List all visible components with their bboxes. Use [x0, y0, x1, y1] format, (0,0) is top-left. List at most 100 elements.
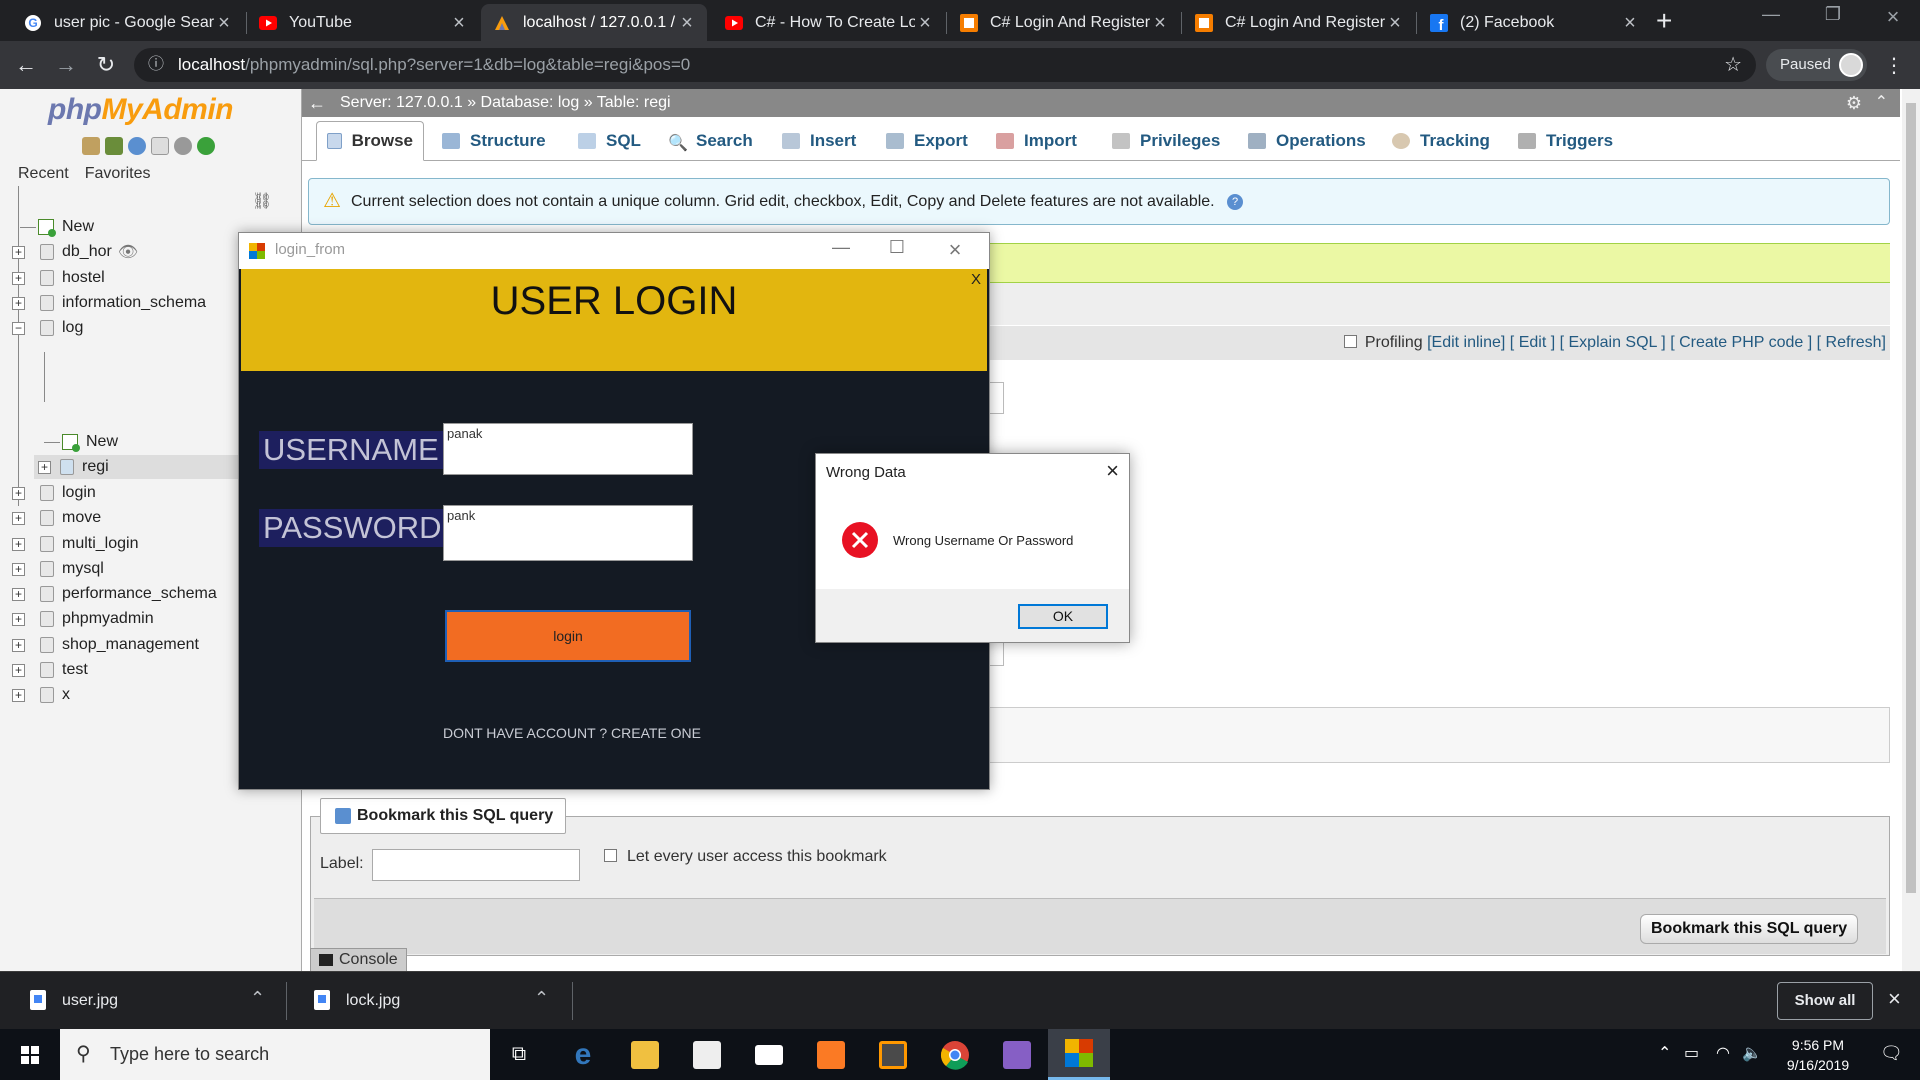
tree-item-new[interactable]: New — [20, 215, 94, 239]
xampp-icon[interactable] — [800, 1029, 862, 1080]
volume-icon[interactable]: 🔈 — [1742, 1043, 1762, 1063]
expand-icon[interactable]: + — [12, 638, 25, 652]
task-view-icon[interactable]: ⧉ — [488, 1029, 550, 1080]
wifi-icon[interactable]: ◠ — [1716, 1043, 1730, 1063]
tree-item-log[interactable]: − log — [0, 316, 83, 340]
close-icon[interactable]: × — [677, 13, 697, 33]
maximize-icon[interactable]: ☐ — [877, 237, 917, 258]
tab-import[interactable]: Import — [986, 121, 1087, 161]
store-icon[interactable] — [676, 1029, 738, 1080]
bookmark-query-button[interactable]: Bookmark this SQL query — [1640, 914, 1859, 944]
bookmark-label-input[interactable] — [372, 849, 580, 881]
breadcrumb-table[interactable]: Table: regi — [597, 94, 671, 111]
show-all-button[interactable]: Show all — [1777, 982, 1873, 1020]
gear-icon[interactable]: ⚙ — [1846, 89, 1862, 117]
collapse-nav-icon[interactable]: ← — [308, 89, 326, 117]
download-item-user[interactable]: user.jpg ⌃ — [30, 972, 280, 1030]
edit-link[interactable]: [ Edit ] — [1510, 334, 1555, 351]
login-window-titlebar[interactable]: login_from — ☐ × — [239, 233, 989, 269]
refresh-icon[interactable] — [197, 137, 215, 155]
breadcrumb-database[interactable]: Database: log » — [481, 94, 593, 111]
chevron-up-icon[interactable]: ⌃ — [1658, 1043, 1671, 1063]
form-close-button[interactable]: X — [971, 271, 981, 288]
help-icon[interactable] — [128, 137, 146, 155]
menu-icon[interactable]: ⋮ — [1884, 53, 1904, 78]
tab-browse[interactable]: Browse — [316, 121, 424, 161]
close-icon[interactable]: × — [1888, 986, 1901, 1012]
close-icon[interactable]: × — [935, 237, 975, 263]
every-user-checkbox[interactable] — [604, 849, 617, 862]
minimize-icon[interactable]: — — [821, 237, 861, 258]
tab-csharp-youtube[interactable]: C# - How To Create Lo × — [713, 4, 945, 41]
tree-item-test[interactable]: + test — [0, 658, 88, 682]
tab-operations[interactable]: Operations — [1238, 121, 1376, 161]
explain-sql-link[interactable]: [ Explain SQL ] — [1560, 334, 1666, 351]
tree-item-information_schema[interactable]: + information_schema — [0, 291, 206, 315]
battery-icon[interactable]: ▭ — [1684, 1043, 1699, 1063]
expand-icon[interactable]: + — [12, 271, 25, 285]
download-item-lock[interactable]: lock.jpg ⌃ — [314, 972, 564, 1030]
tree-item-hostel[interactable]: + hostel — [0, 266, 105, 290]
tab-youtube[interactable]: YouTube × — [247, 4, 479, 41]
tab-csharp-login-1[interactable]: C# Login And Register × — [948, 4, 1180, 41]
create-account-link[interactable]: DONT HAVE ACCOUNT ? CREATE ONE — [443, 725, 701, 741]
ok-button[interactable]: OK — [1018, 604, 1108, 629]
create-php-code-link[interactable]: [ Create PHP code ] — [1670, 334, 1812, 351]
tab-csharp-login-2[interactable]: C# Login And Register × — [1183, 4, 1415, 41]
expand-icon[interactable]: + — [12, 663, 25, 677]
favorites-tab[interactable]: Favorites — [81, 164, 155, 184]
tree-item-db_hor[interactable]: + db_hor 👁 — [0, 240, 138, 264]
expand-icon[interactable]: + — [12, 296, 25, 310]
winforms-app-icon[interactable] — [1048, 1029, 1110, 1080]
minimize-icon[interactable]: — — [1748, 4, 1794, 25]
tab-sql[interactable]: SQL — [568, 121, 651, 161]
expand-icon[interactable]: + — [12, 245, 25, 259]
chrome-icon[interactable] — [924, 1029, 986, 1080]
reload-icon[interactable]: ↻ — [92, 51, 120, 79]
tab-facebook[interactable]: f (2) Facebook × — [1418, 4, 1650, 41]
edge-icon[interactable]: e — [552, 1029, 614, 1080]
password-input[interactable]: pank — [443, 505, 693, 561]
collapse-icon[interactable]: − — [12, 321, 25, 335]
taskbar-search[interactable]: ⚲ Type here to search — [60, 1029, 490, 1080]
expand-icon[interactable]: + — [12, 511, 25, 525]
close-icon[interactable]: × — [1150, 13, 1170, 33]
username-input[interactable]: panak — [443, 423, 693, 475]
tab-google-search[interactable]: G user pic - Google Searc × — [12, 4, 244, 41]
expand-icon[interactable]: + — [38, 460, 51, 474]
tree-item-shop_management[interactable]: + shop_management — [0, 633, 199, 657]
info-icon[interactable]: ⓘ — [148, 48, 164, 82]
chevron-up-icon[interactable]: ⌃ — [534, 988, 549, 1009]
bookmark-star-icon[interactable]: ☆ — [1724, 48, 1742, 82]
tab-search[interactable]: 🔍 Search — [658, 121, 763, 161]
page-scrollbar[interactable] — [1902, 89, 1920, 971]
close-icon[interactable]: × — [915, 13, 935, 33]
home-icon[interactable] — [82, 137, 100, 155]
profiling-checkbox[interactable] — [1343, 335, 1357, 348]
expand-icon[interactable]: + — [12, 587, 25, 601]
scrollbar-thumb[interactable] — [1906, 103, 1916, 893]
close-icon[interactable]: × — [214, 13, 234, 33]
tab-structure[interactable]: Structure — [432, 121, 556, 161]
settings-icon[interactable] — [174, 137, 192, 155]
file-explorer-icon[interactable] — [614, 1029, 676, 1080]
taskbar-clock[interactable]: 9:56 PM 9/16/2019 — [1764, 1035, 1872, 1075]
tree-item-log-new[interactable]: New — [44, 430, 118, 454]
tab-insert[interactable]: Insert — [772, 121, 866, 161]
recent-tab[interactable]: Recent — [14, 164, 73, 184]
link-with-main-icon[interactable]: ⛓ — [252, 191, 272, 211]
notification-icon[interactable]: 🗨 — [1880, 1043, 1903, 1064]
docs-icon[interactable] — [151, 137, 169, 155]
profile-button[interactable]: Paused — [1766, 49, 1867, 81]
login-button[interactable]: login — [445, 610, 691, 662]
expand-icon[interactable]: + — [12, 688, 25, 702]
close-icon[interactable]: × — [1620, 13, 1640, 33]
close-icon[interactable]: × — [1385, 13, 1405, 33]
tab-phpmyadmin[interactable]: localhost / 127.0.0.1 / l × — [481, 4, 707, 41]
pma-logo[interactable]: phpMyAdmin — [48, 93, 233, 127]
tree-item-multi_login[interactable]: + multi_login — [0, 532, 138, 556]
back-icon[interactable]: ← — [12, 51, 40, 79]
forward-icon[interactable]: → — [52, 51, 80, 79]
expand-icon[interactable]: + — [12, 562, 25, 576]
sublime-icon[interactable] — [862, 1029, 924, 1080]
